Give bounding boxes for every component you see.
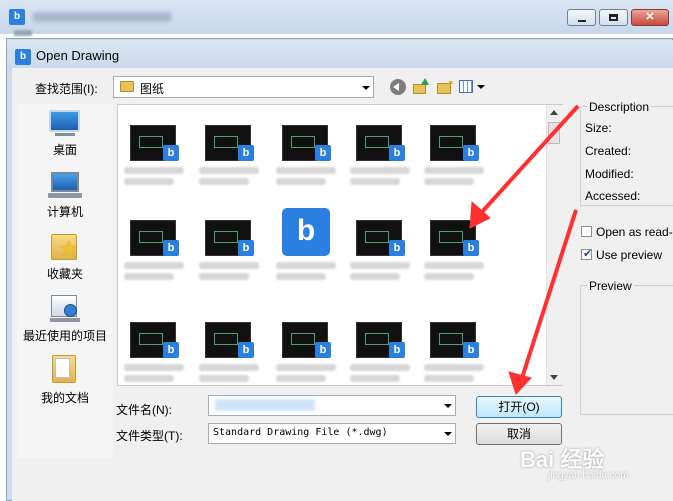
watermark-url: jingyan.baidu.com xyxy=(548,470,629,481)
annotation-arrow-1 xyxy=(479,104,580,215)
annotation-arrows xyxy=(469,104,580,395)
annotation-arrow-2 xyxy=(520,209,578,379)
watermark-text: Bai 经验 xyxy=(520,447,605,472)
annotation-arrowhead-2 xyxy=(508,371,532,395)
